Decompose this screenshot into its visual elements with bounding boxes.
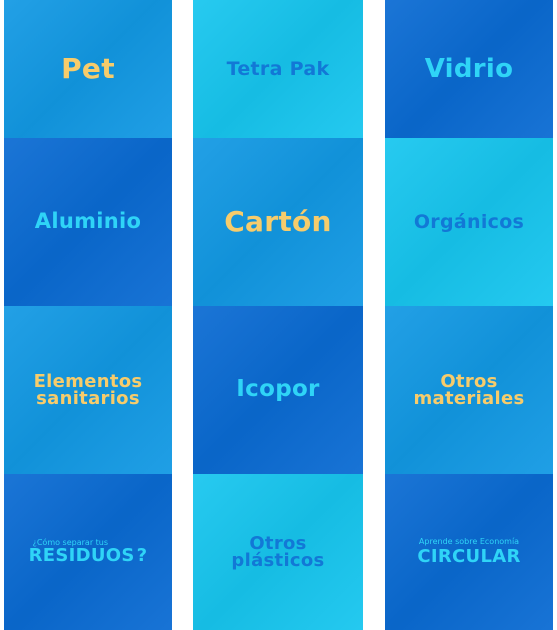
tile-organicos[interactable]: Orgánicos: [385, 138, 553, 306]
tile-label: Aluminio: [34, 209, 142, 234]
tile-label: CIRCULAR: [417, 546, 521, 568]
column-3: Vidrio Orgánicos Otros materiales Aprend…: [385, 0, 553, 630]
tile-elementos-sanitarios[interactable]: Elementos sanitarios: [4, 306, 172, 474]
tile-otros-materiales[interactable]: Otros materiales: [385, 306, 553, 474]
tile-label: Tetra Pak: [226, 57, 330, 80]
tile-label: Elementos sanitarios: [33, 370, 143, 409]
tile-tetra-pak[interactable]: Tetra Pak: [193, 0, 363, 138]
tile-label: Icopor: [236, 376, 320, 403]
tile-separar-residuos[interactable]: ¿Cómo separar tus RESIDUOS ?: [4, 474, 172, 630]
tile-economia-circular[interactable]: Aprende sobre Economía CIRCULAR: [385, 474, 553, 630]
tile-aluminio[interactable]: Aluminio: [4, 138, 172, 306]
tile-icopor[interactable]: Icopor: [193, 306, 363, 474]
column-2: Tetra Pak Cartón Icopor Otros plásticos: [193, 0, 363, 630]
tile-otros-plasticos[interactable]: Otros plásticos: [193, 474, 363, 630]
tile-carton[interactable]: Cartón: [193, 138, 363, 306]
tile-pet[interactable]: Pet: [4, 0, 172, 138]
tile-label: Otros plásticos: [231, 532, 325, 571]
tile-sublabel: Aprende sobre Economía: [418, 537, 520, 547]
question-mark: ?: [136, 545, 148, 567]
tile-label: Cartón: [224, 204, 332, 238]
tile-label: Otros materiales: [413, 370, 525, 409]
column-1: Pet Aluminio Elementos sanitarios ¿Cómo …: [4, 0, 172, 630]
tile-label: RESIDUOS: [28, 545, 135, 567]
tile-label: Vidrio: [424, 53, 514, 84]
tile-label: Orgánicos: [413, 210, 525, 233]
tile-label: Pet: [61, 51, 115, 85]
material-tile-grid: Pet Aluminio Elementos sanitarios ¿Cómo …: [0, 0, 557, 630]
tile-vidrio[interactable]: Vidrio: [385, 0, 553, 138]
